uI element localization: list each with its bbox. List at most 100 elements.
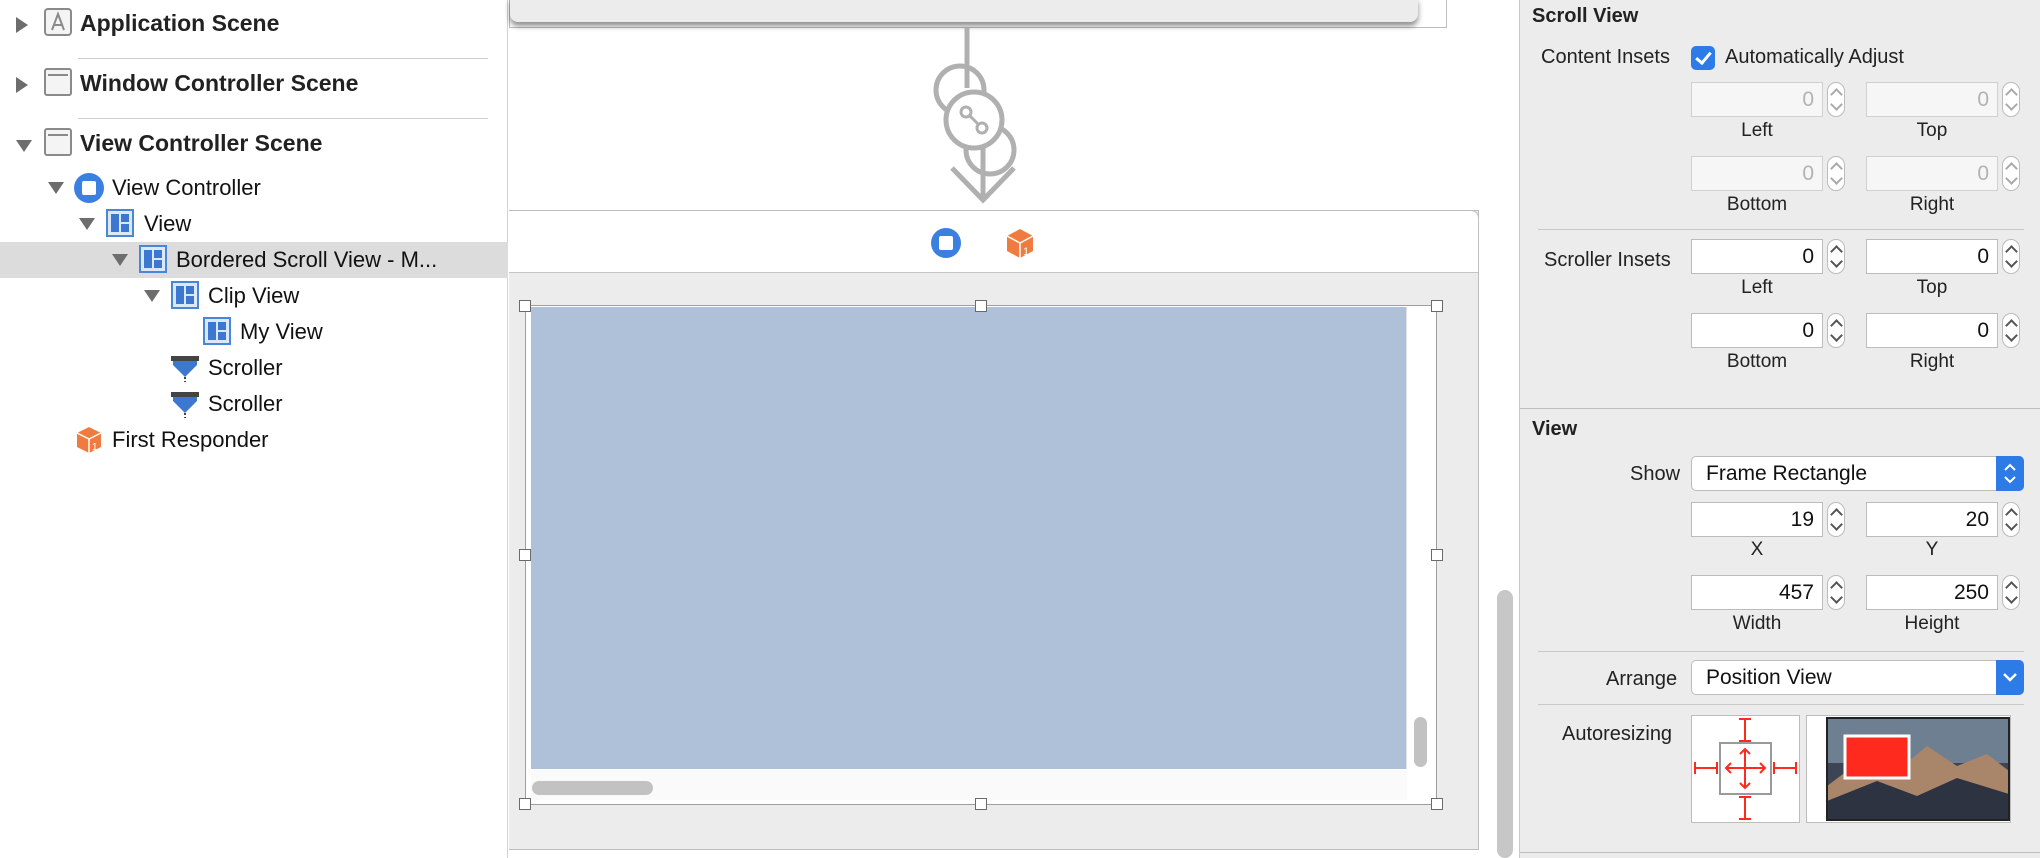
resize-handle[interactable] (1431, 798, 1443, 810)
view-controller-dock-icon[interactable] (930, 227, 962, 259)
section-divider (1520, 408, 2040, 409)
frame-x-field[interactable]: 19 (1691, 502, 1823, 537)
resize-handle[interactable] (519, 798, 531, 810)
frame-y-stepper[interactable] (2002, 502, 2020, 537)
arrange-popup[interactable]: Position View (1691, 660, 2024, 695)
bottom-caption: Bottom (1726, 351, 1788, 372)
content-inset-left-stepper (1827, 82, 1845, 117)
autoresizing-preview (1806, 715, 2011, 823)
outline-item-bordered-scroll-view[interactable]: Bordered Scroll View - M... (0, 242, 508, 278)
disclosure-triangle-icon[interactable] (16, 140, 32, 152)
bottom-caption: Bottom (1726, 194, 1788, 215)
autoresizing-preview-image (1826, 717, 2010, 821)
scene-label: View Controller Scene (80, 130, 323, 156)
left-caption: Left (1741, 277, 1773, 298)
canvas-vertical-scrollbar[interactable] (1497, 590, 1513, 858)
window-controller-frame[interactable] (509, 0, 1447, 28)
height-caption: Height (1904, 613, 1960, 634)
relationship-segue-icon[interactable] (920, 28, 1040, 208)
outline-item-label: Scroller (208, 391, 283, 416)
view-icon (106, 209, 134, 237)
document-view[interactable] (531, 307, 1407, 769)
top-caption: Top (1916, 277, 1948, 298)
frame-y-field[interactable]: 20 (1866, 502, 1998, 537)
horizontal-scroll-thumb[interactable] (532, 781, 653, 795)
frame-height-stepper[interactable] (2002, 575, 2020, 610)
outline-item-label: View Controller (112, 175, 261, 200)
frame-width-field[interactable]: 457 (1691, 575, 1823, 610)
right-caption: Right (1909, 194, 1955, 215)
outline-item-label: View (144, 211, 192, 236)
application-scene-icon (44, 8, 72, 36)
top-caption: Top (1916, 120, 1948, 141)
scroller-inset-bottom-field[interactable]: 0 (1691, 313, 1823, 348)
outline-item-scroller[interactable]: Scroller (0, 386, 508, 422)
scroller-inset-bottom-stepper[interactable] (1827, 313, 1845, 348)
disclosure-triangle-icon[interactable] (79, 218, 95, 230)
content-inset-left-field: 0 (1691, 82, 1823, 117)
show-label: Show (1630, 463, 1681, 485)
outline-item-scroller[interactable]: Scroller (0, 350, 508, 386)
scroller-icon (171, 356, 199, 382)
outline-item-view-controller[interactable]: View Controller (0, 170, 508, 206)
divider (78, 58, 488, 59)
outline-scene-window-controller[interactable]: Window Controller Scene (0, 60, 508, 118)
auto-adjust-checkbox[interactable] (1691, 46, 1715, 70)
scroll-view-icon (139, 245, 167, 273)
frame-width-stepper[interactable] (1827, 575, 1845, 610)
resize-handle[interactable] (975, 798, 987, 810)
scroller-inset-right-stepper[interactable] (2002, 313, 2020, 348)
disclosure-triangle-icon[interactable] (16, 77, 28, 93)
outline-scene-application[interactable]: Application Scene (0, 0, 508, 58)
outline-item-label: Scroller (208, 355, 283, 380)
scroller-inset-top-stepper[interactable] (2002, 239, 2020, 274)
scroller-insets-label: Scroller Insets (1544, 249, 1671, 271)
outline-item-view[interactable]: View (0, 206, 508, 242)
autoresizing-springs-struts-icon[interactable] (1692, 716, 1799, 822)
show-popup-value: Frame Rectangle (1706, 462, 1868, 485)
auto-adjust-label: Automatically Adjust (1725, 46, 1904, 68)
first-responder-dock-icon[interactable]: 1 (1005, 227, 1035, 259)
horizontal-scroller[interactable] (531, 770, 1407, 800)
first-responder-cube-icon: 1 (76, 427, 102, 453)
outline-item-first-responder[interactable]: 1 First Responder (0, 422, 508, 458)
outline-item-label: Bordered Scroll View - M... (176, 247, 438, 272)
disclosure-triangle-icon[interactable] (144, 290, 160, 302)
view-controller-icon (74, 173, 104, 203)
show-popup[interactable]: Frame Rectangle (1691, 456, 2024, 491)
autoresizing-mask-editor[interactable] (1691, 715, 1800, 823)
window-scene-icon (44, 128, 72, 156)
outline-item-label: First Responder (112, 427, 269, 452)
resize-handle[interactable] (519, 300, 531, 312)
view-icon (203, 317, 231, 345)
scroller-inset-right-field[interactable]: 0 (1866, 313, 1998, 348)
chevron-down-icon (1996, 660, 2024, 695)
resize-handle[interactable] (519, 549, 531, 561)
divider (78, 118, 488, 119)
attributes-inspector: Scroll View Content Insets Automatically… (1519, 0, 2040, 858)
x-caption: X (1750, 539, 1764, 560)
scroller-inset-left-field[interactable]: 0 (1691, 239, 1823, 274)
resize-handle[interactable] (975, 300, 987, 312)
resize-handle[interactable] (1431, 300, 1443, 312)
scroller-inset-top-field[interactable]: 0 (1866, 239, 1998, 274)
scroller-inset-left-stepper[interactable] (1827, 239, 1845, 274)
outline-item-clip-view[interactable]: Clip View (0, 278, 508, 314)
content-inset-bottom-stepper (1827, 156, 1845, 191)
section-title-view: View (1532, 418, 1578, 440)
section-title-scroll-view: Scroll View (1532, 5, 1639, 27)
clip-view-icon (171, 281, 199, 309)
window-scene-icon (44, 68, 72, 96)
outline-item-my-view[interactable]: My View (0, 314, 508, 350)
divider (1538, 651, 2024, 652)
disclosure-triangle-icon[interactable] (112, 254, 128, 266)
disclosure-triangle-icon[interactable] (48, 182, 64, 194)
vertical-scroll-thumb[interactable] (1414, 717, 1427, 767)
document-outline: Application Scene Window Controller Scen… (0, 0, 508, 858)
frame-x-stepper[interactable] (1827, 502, 1845, 537)
scene-label: Window Controller Scene (80, 70, 359, 96)
disclosure-triangle-icon[interactable] (16, 17, 28, 33)
resize-handle[interactable] (1431, 549, 1443, 561)
content-inset-bottom-field: 0 (1691, 156, 1823, 191)
frame-height-field[interactable]: 250 (1866, 575, 1998, 610)
